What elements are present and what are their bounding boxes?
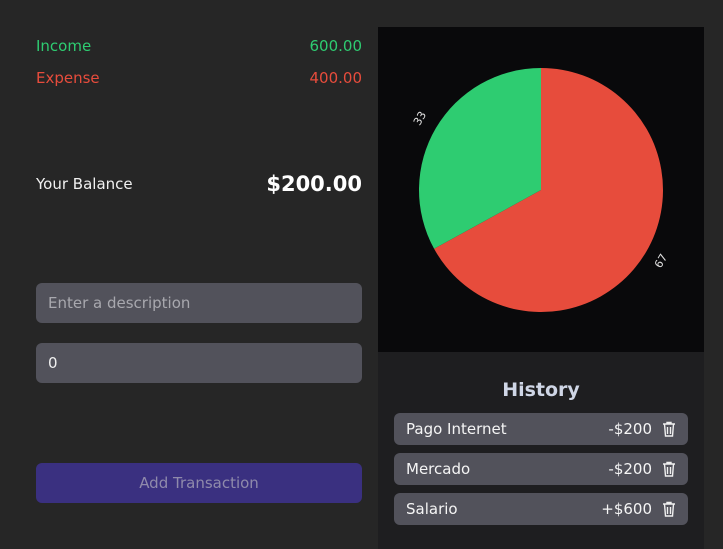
history-item-amount: -$200 [608,460,652,478]
right-panel: 67 33 History Pago Internet -$200 Mercado… [378,27,704,549]
history-item-description: Mercado [406,460,471,478]
income-row: Income 600.00 [36,37,362,55]
pie-chart: 67 33 [378,27,704,352]
history-item: Mercado -$200 [394,453,688,485]
balance-row: Your Balance $200.00 [36,172,362,196]
history-item: Pago Internet -$200 [394,413,688,445]
description-input[interactable] [36,283,362,323]
pie-chart-svg: 67 33 [411,68,670,312]
add-transaction-button[interactable]: Add Transaction [36,463,362,503]
balance-label: Your Balance [36,175,133,193]
income-value: 600.00 [309,37,363,55]
history-item: Salario +$600 [394,493,688,525]
trash-icon[interactable] [662,421,676,437]
left-panel: Income 600.00 Expense 400.00 Your Balanc… [36,0,362,549]
expense-row: Expense 400.00 [36,69,362,87]
history-title: History [502,379,580,401]
trash-icon[interactable] [662,501,676,517]
balance-value: $200.00 [266,172,362,196]
history-list: Pago Internet -$200 Mercado -$200 Salari… [394,413,688,533]
pie-label-income: 33 [411,109,429,128]
expense-value: 400.00 [309,69,363,87]
history-item-description: Pago Internet [406,420,507,438]
history-item-description: Salario [406,500,458,518]
amount-input[interactable] [36,343,362,383]
history-item-amount: -$200 [608,420,652,438]
history-item-amount: +$600 [601,500,652,518]
expense-label: Expense [36,69,100,87]
pie-label-expense: 67 [652,252,670,271]
income-label: Income [36,37,92,55]
trash-icon[interactable] [662,461,676,477]
